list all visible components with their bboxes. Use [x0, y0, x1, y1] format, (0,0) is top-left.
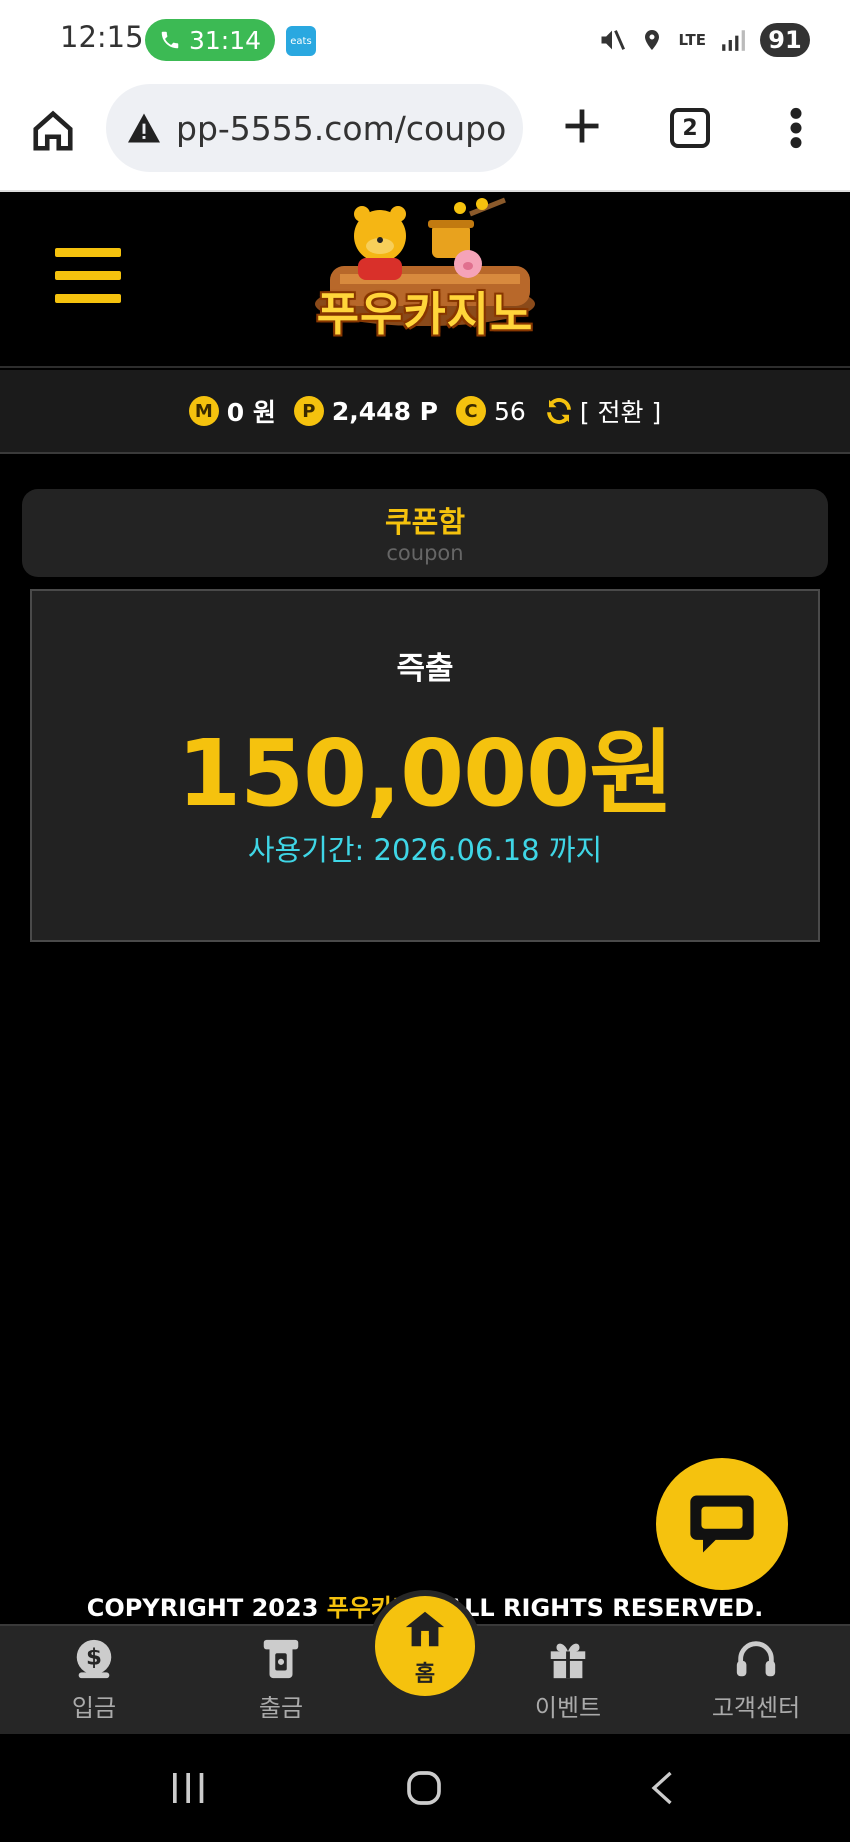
url-text: pp-5555.com/coupo [176, 108, 507, 148]
new-tab-icon[interactable] [560, 104, 604, 148]
refresh-icon [546, 398, 571, 424]
money-value: 0 원 [226, 398, 276, 427]
nav-support[interactable]: 고객센터 [686, 1636, 826, 1728]
switch-button[interactable]: [ 전환 ] [544, 393, 661, 429]
switch-label: [ 전환 ] [579, 398, 662, 427]
home-button-icon[interactable] [402, 1768, 446, 1808]
money-balance: M 0 원 [188, 393, 276, 429]
headset-icon [736, 1641, 776, 1677]
hamburger-menu-icon[interactable] [55, 248, 121, 304]
call-timer: 31:14 [189, 25, 262, 55]
nav-support-label: 고객센터 [711, 1694, 801, 1722]
logo-text: 푸우카지노 [316, 287, 534, 341]
home-icon[interactable] [30, 108, 76, 154]
money-coin-icon: M [188, 396, 219, 426]
atm-icon [263, 1639, 299, 1679]
coupon-balance: C 56 [456, 396, 526, 426]
status-bar: 12:15 31:14 eats LTE 91 [0, 0, 850, 80]
coupon-validity-period: 사용기간: 2026.06.18 까지 [247, 833, 603, 867]
chat-bubble-icon [690, 1495, 754, 1553]
tab-count-button[interactable]: 2 [670, 108, 710, 148]
nav-home[interactable]: 홈 [375, 1596, 475, 1696]
svg-text:$: $ [86, 1645, 102, 1671]
coupon-box-header: 쿠폰함 coupon [22, 489, 828, 577]
signal-icon [722, 30, 745, 51]
call-indicator[interactable]: 31:14 [145, 19, 275, 61]
coupon-card[interactable]: 즉출 150,000원 사용기간: 2026.06.18 까지 [30, 589, 820, 942]
battery-indicator: 91 [760, 23, 810, 57]
phone-icon [161, 31, 179, 49]
nav-event[interactable]: 이벤트 [498, 1636, 638, 1728]
network-type: LTE [678, 31, 706, 49]
gift-icon [550, 1643, 586, 1679]
coupon-coin-icon: C [456, 396, 486, 426]
coupon-box-subtitle: coupon [386, 541, 464, 565]
coupon-type-label: 즉출 [396, 651, 454, 687]
eats-app-icon: eats [286, 26, 316, 56]
nav-withdraw[interactable]: 출금 [211, 1636, 351, 1728]
site-logo[interactable]: 푸우카지노 [300, 196, 550, 356]
point-coin-icon: P [293, 396, 324, 426]
site-header: 푸우카지노 [0, 194, 850, 368]
mute-icon [601, 30, 626, 50]
coupon-box-title: 쿠폰함 [384, 505, 466, 539]
coupon-amount: 150,000원 [177, 720, 674, 827]
browser-toolbar: pp-5555.com/coupo 2 [0, 80, 850, 192]
location-icon [645, 30, 660, 50]
nav-event-label: 이벤트 [534, 1694, 602, 1722]
nav-deposit-label: 입금 [71, 1694, 117, 1722]
warning-icon[interactable] [126, 112, 162, 144]
coupon-count: 56 [494, 396, 526, 426]
nav-deposit[interactable]: $ 입금 [24, 1636, 164, 1728]
copyright-suffix: ALL RIGHTS RESERVED. [445, 1594, 764, 1622]
nav-home-label: 홈 [414, 1662, 436, 1687]
nav-withdraw-label: 출금 [258, 1694, 304, 1722]
point-value: 2,448 P [331, 396, 438, 426]
address-bar[interactable]: pp-5555.com/coupo [106, 84, 523, 172]
copyright-prefix: COPYRIGHT 2023 [86, 1594, 319, 1622]
money-bag-icon: $ [76, 1639, 112, 1679]
point-balance: P 2,448 P [293, 396, 438, 426]
system-navigation-bar [0, 1734, 850, 1842]
home-icon [405, 1611, 445, 1647]
status-icons: LTE 91 [598, 22, 810, 58]
recent-apps-icon[interactable] [168, 1768, 208, 1808]
chat-button[interactable] [656, 1458, 788, 1590]
balance-bar: M 0 원 P 2,448 P C 56 [ 전환 ] [0, 370, 850, 454]
more-menu-icon[interactable] [786, 106, 806, 150]
status-time: 12:15 [60, 20, 144, 54]
back-icon[interactable] [645, 1768, 681, 1808]
